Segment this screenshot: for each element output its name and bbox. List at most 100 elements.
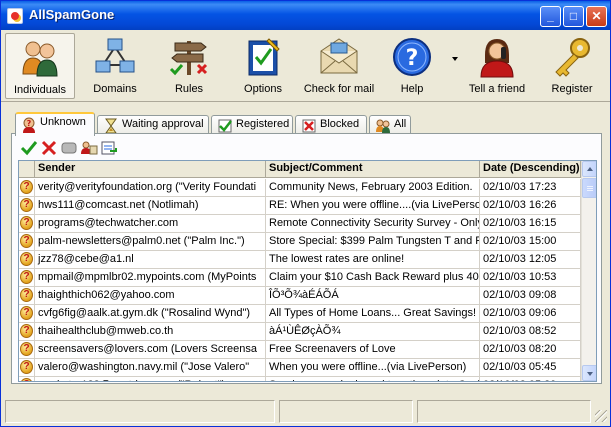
subject-cell[interactable]: Community News, February 2003 Edition. [266,179,480,196]
date-cell[interactable]: 02/10/03 09:08 [480,287,581,304]
table-row[interactable]: ? verity@verityfoundation.org ("Verity Fo… [19,179,581,197]
help-dropdown-arrow-icon[interactable] [452,57,458,61]
toolbar-domains-button[interactable]: Domains [83,33,147,99]
row-status-cell[interactable]: ? [19,377,35,381]
tab-all[interactable]: All [369,115,411,135]
hourglass-icon [103,118,119,134]
date-cell[interactable]: 02/10/03 05:45 [480,359,581,376]
date-cell[interactable]: 02/10/03 16:15 [480,215,581,232]
minimize-button[interactable]: _ [540,6,561,27]
table-row[interactable]: ? valero@washington.navy.mil ("Jose Valer… [19,359,581,377]
date-cell[interactable]: 02/10/03 10:53 [480,269,581,286]
row-status-cell[interactable]: ? [19,233,35,250]
date-cell[interactable]: 02/10/03 15:00 [480,233,581,250]
toolbar-options-button[interactable]: Options [233,33,293,99]
toolbar-label: Individuals [14,84,66,96]
comment-icon[interactable] [60,139,78,157]
date-cell[interactable]: 02/10/03 17:23 [480,179,581,196]
sender-cell[interactable]: programs@techwatcher.com [35,215,266,232]
subject-cell[interactable]: ÎÕ³Õ¾àÉÁÕÁ [266,287,480,304]
column-header-subject[interactable]: Subject/Comment [266,161,480,178]
subject-cell[interactable]: The lowest rates are online! [266,251,480,268]
date-cell[interactable]: 02/10/03 08:20 [480,341,581,358]
title-bar[interactable]: AllSpamGone _ □ ✕ [1,1,610,30]
row-status-cell[interactable]: ? [19,269,35,286]
row-status-cell[interactable]: ? [19,341,35,358]
subject-cell[interactable]: àÁ¹ÙÊØçÀÕ¾ [266,323,480,340]
sender-cell[interactable]: screensavers@lovers.com (Lovers Screensa [35,341,266,358]
subject-cell[interactable]: When you were offline...(via LivePerson) [266,359,480,376]
export-icon[interactable] [100,139,118,157]
table-row[interactable]: ? palm-newsletters@palm0.net ("Palm Inc."… [19,233,581,251]
table-row[interactable]: ? programs@techwatcher.com Remote Connecti… [19,215,581,233]
scroll-up-button[interactable] [582,161,596,177]
column-header-date[interactable]: Date (Descending) [480,161,581,178]
row-status-cell[interactable]: ? [19,197,35,214]
check-icon [217,118,233,134]
subject-cell[interactable]: Free Screenavers of Love [266,341,480,358]
tab-unknown[interactable]: ? Unknown [15,112,95,136]
subject-cell[interactable]: All Types of Home Loans... Great Savings… [266,305,480,322]
sender-cell[interactable]: hws111@comcast.net (Notlimah) [35,197,266,214]
date-cell[interactable]: 02/10/03 09:06 [480,305,581,322]
scroll-thumb[interactable] [582,178,596,198]
scroll-down-button[interactable] [582,365,596,381]
row-status-cell[interactable]: ? [19,359,35,376]
row-status-cell[interactable]: ? [19,179,35,196]
row-status-cell[interactable]: ? [19,305,35,322]
sender-cell[interactable]: palm-newsletters@palm0.net ("Palm Inc.") [35,233,266,250]
toolbar-tell-friend-button[interactable]: Tell a friend [465,33,529,99]
date-cell[interactable]: 02/10/03 12:05 [480,251,581,268]
column-header-status[interactable] [19,161,35,178]
blocked-x-icon [301,118,317,134]
subject-cell[interactable]: RE: When you were offline....(via LivePe… [266,197,480,214]
sender-cell[interactable]: thaihealthclub@mweb.co.th [35,323,266,340]
table-row[interactable]: ? mpmail@mpmlbr02.mypoints.com (MyPoints C… [19,269,581,287]
toolbar-rules-button[interactable]: Rules [157,33,221,99]
accept-check-icon[interactable] [20,139,38,157]
date-cell[interactable]: 02/10/03 08:52 [480,323,581,340]
maximize-button[interactable]: □ [563,6,584,27]
user-card-icon[interactable] [80,139,98,157]
sender-cell[interactable]: marketer123@eastdau.com ("Robert") [35,377,266,381]
sender-cell[interactable]: cvfg6fig@aalk.at.gym.dk ("Rosalind Wynd"… [35,305,266,322]
tab-blocked[interactable]: Blocked [295,115,367,135]
table-row[interactable]: ? screensavers@lovers.com (Lovers Screens… [19,341,581,359]
row-status-cell[interactable]: ? [19,215,35,232]
table-row[interactable]: ? jzz78@cebe@a1.nl The lowest rates are on… [19,251,581,269]
sender-cell[interactable]: valero@washington.navy.mil ("Jose Valero… [35,359,266,376]
column-header-sender[interactable]: Sender [35,161,266,178]
date-cell[interactable]: 02/10/03 16:26 [480,197,581,214]
table-row[interactable]: ? cvfg6fig@aalk.at.gym.dk ("Rosalind Wynd… [19,305,581,323]
table-row[interactable]: ? thaighthich062@yahoo.com ÎÕ³Õ¾àÉÁÕÁ 02/10… [19,287,581,305]
phone-woman-icon [475,35,519,79]
row-status-cell[interactable]: ? [19,323,35,340]
toolbar-label: Domains [93,83,137,95]
toolbar-help-button[interactable]: ? Help [383,33,441,99]
vertical-scrollbar[interactable] [581,161,596,381]
date-cell[interactable]: 02/10/03 05:39 [480,377,581,381]
sender-cell[interactable]: jzz78@cebe@a1.nl [35,251,266,268]
close-button[interactable]: ✕ [586,6,607,27]
table-row[interactable]: ? thaihealthclub@mweb.co.th àÁ¹ÙÊØçÀÕ¾ 02/1… [19,323,581,341]
resize-grip[interactable] [595,410,607,422]
subject-cell[interactable]: Store Special: $399 Palm Tungsten T and … [266,233,480,250]
toolbar-check-mail-button[interactable]: Check for mail [301,33,377,99]
subject-cell[interactable]: Claim your $10 Cash Back Reward plus 400 [266,269,480,286]
toolbar-individuals-button[interactable]: Individuals [5,33,75,99]
tab-waiting-approval[interactable]: Waiting approval [97,115,209,135]
help-icon: ? [390,35,434,79]
row-status-cell[interactable]: ? [19,251,35,268]
sender-cell[interactable]: thaighthich062@yahoo.com [35,287,266,304]
table-row[interactable]: ? hws111@comcast.net (Notlimah) RE: When y… [19,197,581,215]
subject-cell[interactable]: Send us your deals and turn them into Ca… [266,377,480,381]
tab-registered[interactable]: Registered [211,115,293,135]
toolbar-register-button[interactable]: Register [541,33,603,99]
subject-cell[interactable]: Remote Connectivity Security Survey - On… [266,215,480,232]
row-status-cell[interactable]: ? [19,287,35,304]
sender-cell[interactable]: verity@verityfoundation.org ("Verity Fou… [35,179,266,196]
reject-x-icon[interactable] [40,139,58,157]
app-icon[interactable] [7,8,23,24]
sender-cell[interactable]: mpmail@mpmlbr02.mypoints.com (MyPoints [35,269,266,286]
table-row[interactable]: ?marketer123@eastdau.com ("Robert")Send … [19,377,581,381]
